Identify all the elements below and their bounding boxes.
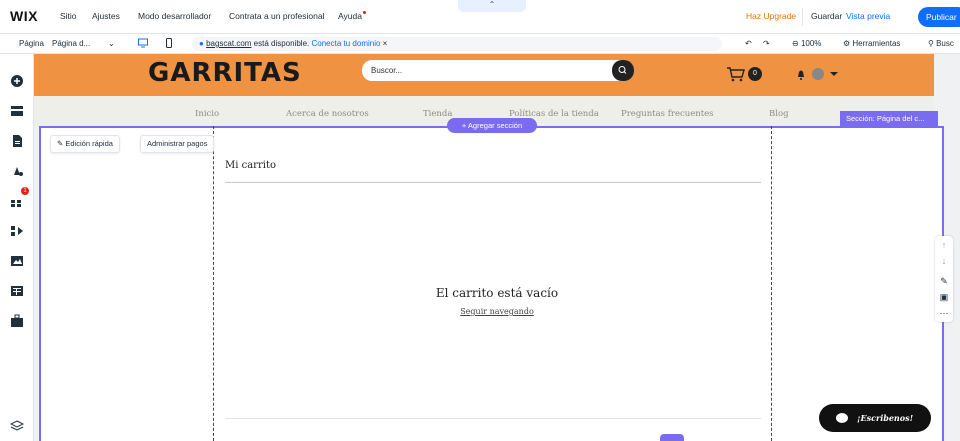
- continue-browsing-link[interactable]: Seguir navegando: [34, 307, 960, 316]
- search-label: Busc: [936, 39, 954, 48]
- floating-tools: ↑ ↓ ✎ ▣ ⋯: [935, 236, 953, 322]
- upgrade-link[interactable]: Haz Upgrade: [746, 11, 796, 21]
- theme-icon[interactable]: [10, 164, 24, 178]
- desktop-icon[interactable]: [138, 38, 148, 48]
- nav-tienda[interactable]: Tienda: [423, 109, 452, 119]
- search-icon: ⚲: [928, 39, 934, 48]
- page-selector[interactable]: Página d...: [52, 39, 90, 48]
- zoom-control[interactable]: ⊖ 100%: [792, 39, 821, 48]
- cart-empty-message: El carrito está vacío: [435, 286, 559, 300]
- layout-icon[interactable]: ▣: [939, 292, 949, 302]
- wix-logo[interactable]: WIX: [10, 8, 38, 24]
- site-search-button[interactable]: [612, 60, 634, 81]
- cms-icon[interactable]: [10, 284, 24, 298]
- quick-edit-label: Edición rápida: [65, 139, 113, 148]
- site-logo[interactable]: GARRITAS: [148, 58, 302, 88]
- site-domain: bagscat.com: [206, 39, 252, 48]
- publish-button[interactable]: Publicar: [918, 7, 960, 27]
- member-login-icon[interactable]: [794, 66, 840, 82]
- apps-badge: 1: [21, 187, 29, 195]
- search-button[interactable]: ⚲ Busc: [928, 39, 954, 48]
- section-resize-handle[interactable]: [660, 434, 684, 441]
- menu-ajustes[interactable]: Ajustes: [92, 11, 120, 21]
- page-bar: Página Página d... ⌄ ● bagscat.com está …: [0, 34, 960, 54]
- zoom-value: 100%: [800, 39, 822, 48]
- menu-modo-desarrollador[interactable]: Modo desarrollador: [138, 11, 211, 21]
- menu-contrata[interactable]: Contrata a un profesional: [229, 11, 324, 21]
- domain-available-text: está disponible.: [251, 39, 310, 48]
- chevron-down-icon[interactable]: ⌄: [108, 39, 115, 48]
- apps-icon[interactable]: [10, 194, 24, 208]
- collapse-toolbar-chevron-icon[interactable]: ⌃: [458, 0, 526, 12]
- connect-domain-link[interactable]: Conecta tu dominio: [312, 39, 381, 48]
- more-icon[interactable]: ⋯: [939, 308, 949, 318]
- grid-line-left: [213, 126, 214, 441]
- menu-ayuda-label: Ayuda: [338, 11, 362, 21]
- manage-payments-button[interactable]: Administrar pagos: [140, 135, 215, 153]
- save-button[interactable]: Guardar: [811, 11, 842, 21]
- close-icon[interactable]: ×: [383, 39, 388, 48]
- sections-icon[interactable]: [10, 104, 24, 118]
- portfolio-icon[interactable]: [10, 314, 24, 328]
- menu-ayuda[interactable]: Ayuda: [338, 11, 366, 21]
- page-label: Página: [19, 39, 44, 48]
- url-bar[interactable]: ● bagscat.com está disponible. Conecta t…: [192, 37, 722, 51]
- tools-icon: ⚙: [843, 39, 851, 48]
- top-bar: WIX Sitio Ajustes Modo desarrollador Con…: [0, 0, 960, 34]
- site-search-input[interactable]: Buscor...: [362, 60, 634, 81]
- arrow-down-icon[interactable]: ↓: [939, 256, 949, 266]
- left-toolbar: 1: [0, 54, 34, 441]
- divider: [225, 418, 761, 419]
- business-apps-icon[interactable]: [10, 224, 24, 238]
- nav-acerca[interactable]: Acerca de nosotros: [286, 109, 369, 119]
- quick-edit-button[interactable]: ✎ Edición rápida: [50, 135, 120, 153]
- arrow-up-icon[interactable]: ↑: [939, 240, 949, 250]
- globe-icon: ●: [199, 39, 204, 48]
- nav-blog[interactable]: Blog: [769, 109, 789, 119]
- divider: [225, 182, 761, 183]
- tools-button[interactable]: ⚙ Herramientas: [843, 39, 900, 48]
- cart-icon[interactable]: [726, 66, 746, 82]
- notification-dot: [362, 11, 366, 14]
- mobile-icon[interactable]: [164, 38, 174, 48]
- redo-icon[interactable]: ↷: [763, 39, 770, 48]
- cart-count-badge: 0: [748, 67, 762, 81]
- pencil-icon[interactable]: ✎: [939, 276, 949, 286]
- editor-canvas[interactable]: GARRITAS Buscor... 0 Inicio Acerca de no…: [34, 54, 960, 441]
- layers-icon[interactable]: [10, 419, 24, 433]
- add-elements-icon[interactable]: [10, 74, 24, 88]
- menu-sitio[interactable]: Sitio: [60, 11, 77, 21]
- grid-line-right: [771, 126, 772, 441]
- divider: [802, 8, 803, 26]
- search-icon: [618, 66, 627, 74]
- nav-preguntas[interactable]: Preguntas frecuentes: [621, 109, 714, 119]
- tools-label: Herramientas: [852, 39, 901, 48]
- section-tag[interactable]: Sección: Página del c...: [840, 111, 938, 126]
- pencil-icon: ✎: [57, 139, 64, 148]
- cart-title: Mi carrito: [225, 160, 276, 171]
- chat-icon: [836, 413, 848, 423]
- add-section-button[interactable]: + Agregar sección: [447, 118, 537, 133]
- selected-section[interactable]: [39, 126, 944, 441]
- nav-inicio[interactable]: Inicio: [195, 109, 219, 119]
- zoom-icon: ⊖: [792, 39, 799, 48]
- pages-icon[interactable]: [10, 134, 24, 148]
- preview-button[interactable]: Vista previa: [846, 11, 890, 21]
- media-icon[interactable]: [10, 254, 24, 268]
- undo-icon[interactable]: ↶: [745, 39, 752, 48]
